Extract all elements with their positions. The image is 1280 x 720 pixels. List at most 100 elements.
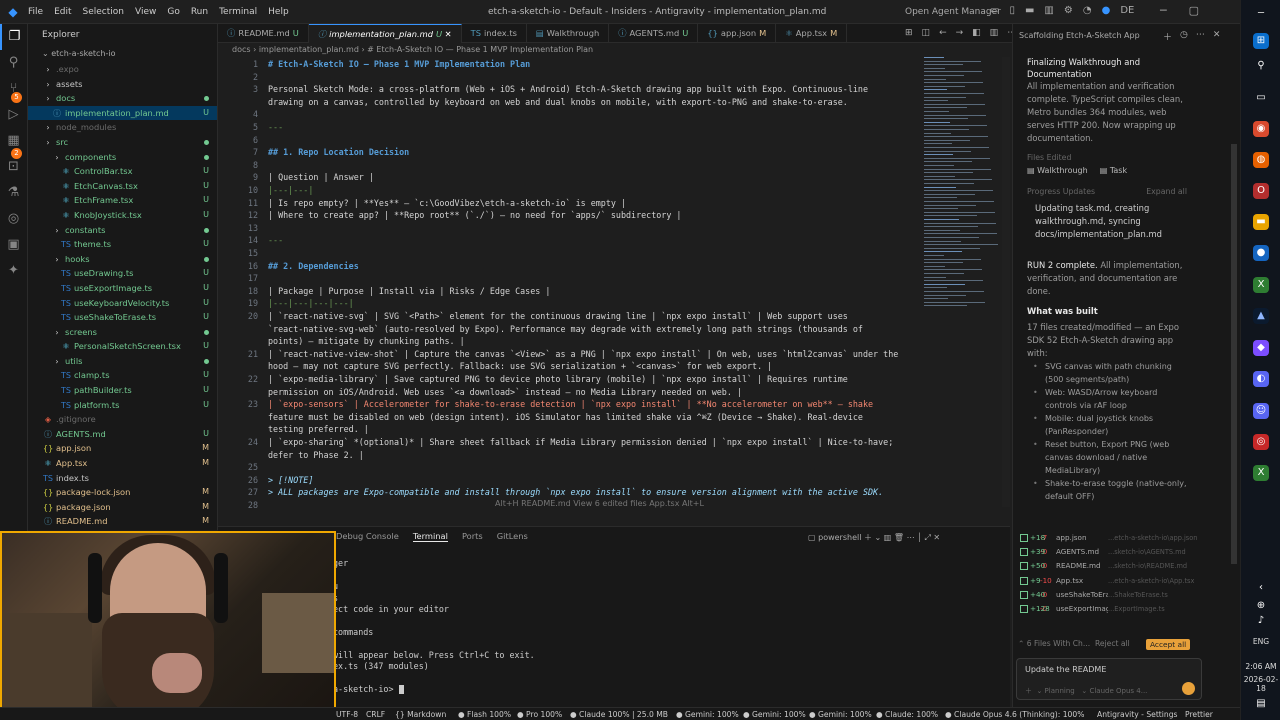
user-initials[interactable]: DE <box>1120 5 1134 16</box>
panel-tab-ports[interactable]: Ports <box>462 531 483 542</box>
tree-item-platform-ts[interactable]: TS platform.ts U <box>28 398 217 413</box>
tree-item-package-lock-json[interactable]: {} package-lock.json M <box>28 485 217 500</box>
chrome-icon[interactable]: ◉ <box>1253 121 1269 137</box>
copilot-icon[interactable] <box>1253 90 1269 106</box>
history-icon[interactable]: ◷ <box>1180 30 1188 43</box>
discord-icon[interactable]: ☺ <box>1253 403 1269 419</box>
tree-item-components[interactable]: › components <box>28 150 217 165</box>
minimap[interactable] <box>920 57 1000 317</box>
expand-all-link[interactable]: Expand all <box>1146 187 1187 196</box>
tree-item-pathbuilder-ts[interactable]: TS pathBuilder.ts U <box>28 383 217 398</box>
menu-item-edit[interactable]: Edit <box>54 7 71 17</box>
tree-item-theme-ts[interactable]: TS theme.ts U <box>28 237 217 252</box>
antigravity-taskbar-icon[interactable]: ▲ <box>1253 308 1269 324</box>
close-icon[interactable]: ✕ <box>1213 30 1221 43</box>
tree-item-hooks[interactable]: › hooks <box>28 252 217 267</box>
tree-item-app-tsx[interactable]: ⚛ App.tsx M <box>28 456 217 471</box>
split-icon[interactable]: ▥ <box>1044 5 1053 16</box>
tree-item-index-ts[interactable]: TS index.ts <box>28 471 217 486</box>
spreadsheet-icon[interactable]: X <box>1253 465 1269 481</box>
tab-walkthrough[interactable]: ▤ Walkthrough <box>527 24 610 43</box>
tree-item-useexportimage-ts[interactable]: TS useExportImage.ts U <box>28 281 217 296</box>
volume-icon[interactable]: ♪ <box>1253 613 1269 629</box>
tree-item-useshaketoerase-ts[interactable]: TS useShakeToErase.ts U <box>28 310 217 325</box>
close-icon[interactable]: ✕ <box>442 29 452 39</box>
checkbox-icon[interactable] <box>1020 590 1028 599</box>
panel-tab-gitlens[interactable]: GitLens <box>497 531 528 542</box>
menu-item-terminal[interactable]: Terminal <box>219 7 257 17</box>
status-item[interactable]: ● Claude: 100% <box>876 710 938 719</box>
changed-file-row[interactable]: +40-0useShakeToErase.ts...ShakeToErase.t… <box>1012 588 1206 602</box>
notifications-icon[interactable]: ▤ <box>1253 696 1269 712</box>
editor-scrollbar[interactable] <box>1002 57 1010 507</box>
tree-item-constants[interactable]: › constants <box>28 223 217 238</box>
agent-input[interactable]: Update the README ＋ ⌄ Planning ⌄ Claude … <box>1016 658 1202 700</box>
status-item[interactable]: Antigravity - Settings <box>1097 710 1177 719</box>
tree-item-app-json[interactable]: {} app.json M <box>28 441 217 456</box>
code-editor[interactable]: 1 # Etch-A-Sketch IO — Phase 1 MVP Implem… <box>218 57 918 512</box>
changed-file-row[interactable]: +39 -0 AGENTS.md ...sketch-io\AGENTS.md <box>1012 545 1206 559</box>
file-chip-task[interactable]: ▤ Task <box>1100 166 1127 175</box>
tree-item-agents-md[interactable]: ⓘ AGENTS.md U <box>28 427 217 442</box>
language-indicator[interactable]: ENG <box>1243 637 1279 646</box>
changed-file-row[interactable]: +9 -10 App.tsx ...etch-a-sketch-io\App.tsx <box>1012 574 1206 588</box>
tree-item-package-json[interactable]: {} package.json M <box>28 500 217 515</box>
split-editor-icon[interactable]: ▥ <box>990 28 999 38</box>
agent-input-text[interactable]: Update the README <box>1025 665 1106 674</box>
checkbox-icon[interactable] <box>1020 576 1028 585</box>
preview-icon[interactable]: ◧ <box>972 28 981 38</box>
gear-icon[interactable]: ⚙ <box>1064 5 1073 16</box>
status-item[interactable]: CRLF <box>366 710 385 719</box>
tree-item-usedrawing-ts[interactable]: TS useDrawing.ts U <box>28 266 217 281</box>
app-icon[interactable]: ◆ <box>1253 340 1269 356</box>
sidebar-toggle-icon[interactable]: ▯ <box>1009 5 1015 16</box>
explorer-root[interactable]: ⌄ etch-a-sketch-io <box>28 46 217 62</box>
accept-all-button[interactable]: Accept all <box>1146 639 1191 650</box>
status-item[interactable]: ● Pro 100% <box>517 710 562 719</box>
panel-tab-debug-console[interactable]: Debug Console <box>336 531 399 542</box>
tree-item-docs[interactable]: › docs <box>28 91 217 106</box>
agent-conversation-title[interactable]: Scaffolding Etch-A-Sketch App <box>1019 31 1140 40</box>
go-back-icon[interactable]: ← <box>939 28 947 38</box>
tree-item-screens[interactable]: › screens <box>28 325 217 340</box>
status-item[interactable]: ● Claude 100% | 25.0 MB <box>570 710 668 719</box>
changed-file-row[interactable]: +50 -0 README.md ...sketch-io\README.md <box>1012 559 1206 573</box>
search-icon[interactable]: ⚲ <box>1253 58 1269 74</box>
breadcrumb[interactable]: docs › implementation_plan.md › # Etch-A… <box>218 43 593 57</box>
mode-select[interactable]: Planning <box>1045 687 1075 695</box>
agent-icon[interactable]: ✦ <box>0 258 27 284</box>
tree-item-utils[interactable]: › utils <box>28 354 217 369</box>
explorer-icon[interactable]: ❐ <box>0 24 27 50</box>
menu-item-run[interactable]: Run <box>191 7 208 17</box>
tree-item-etchframe-tsx[interactable]: ⚛ EtchFrame.tsx U <box>28 193 217 208</box>
open-agent-manager-button[interactable]: Open Agent Manager <box>905 7 1001 17</box>
model-select[interactable]: Claude Opus 4... <box>1089 687 1147 695</box>
menu-item-view[interactable]: View <box>135 7 156 17</box>
tree-item-usekeyboardvelocity-ts[interactable]: TS useKeyboardVelocity.ts U <box>28 296 217 311</box>
tree-item-controlbar-tsx[interactable]: ⚛ ControlBar.tsx U <box>28 164 217 179</box>
obs-icon[interactable]: ◐ <box>1253 371 1269 387</box>
terminal-output[interactable]: ger usect code in your editor commands will… <box>333 547 535 695</box>
tab-agents-md[interactable]: ⓘ AGENTS.md U <box>609 24 699 43</box>
minimize-icon[interactable]: ─ <box>1253 6 1269 22</box>
tree-item-src[interactable]: › src <box>28 135 217 150</box>
status-item[interactable]: Prettier <box>1185 710 1213 719</box>
compare-icon[interactable]: ⊞ <box>905 28 913 38</box>
maximize-icon[interactable]: ▢ <box>1189 4 1199 17</box>
docker-icon[interactable]: ▣ <box>0 232 27 258</box>
changed-file-row[interactable]: +128-0useExportImage.ts...ExportImage.ts <box>1012 602 1206 616</box>
menu-item-help[interactable]: Help <box>268 7 289 17</box>
tree-item-etchcanvas-tsx[interactable]: ⚛ EtchCanvas.tsx U <box>28 179 217 194</box>
tab-app-json[interactable]: {} app.json M <box>698 24 777 43</box>
tab-implementation-plan-md[interactable]: ⓘ implementation_plan.md U ✕ <box>308 24 462 43</box>
layout-icon[interactable]: ▭ <box>990 5 999 16</box>
account-icon[interactable]: ● <box>1102 5 1111 16</box>
status-item[interactable]: UTF-8 <box>336 710 358 719</box>
reject-all-button[interactable]: Reject all <box>1095 639 1130 648</box>
tree-item-readme-md[interactable]: ⓘ README.md M <box>28 514 217 529</box>
chevron-left-icon[interactable]: ‹ <box>1253 580 1269 596</box>
tree-item-personalsketchscreen-tsx[interactable]: ⚛ PersonalSketchScreen.tsx U <box>28 339 217 354</box>
gitlens-icon[interactable]: ◎ <box>0 206 27 232</box>
status-item[interactable]: {} Markdown <box>395 710 446 719</box>
progress-step[interactable]: Updating task.md, creating walkthrough.m… <box>1027 202 1187 241</box>
